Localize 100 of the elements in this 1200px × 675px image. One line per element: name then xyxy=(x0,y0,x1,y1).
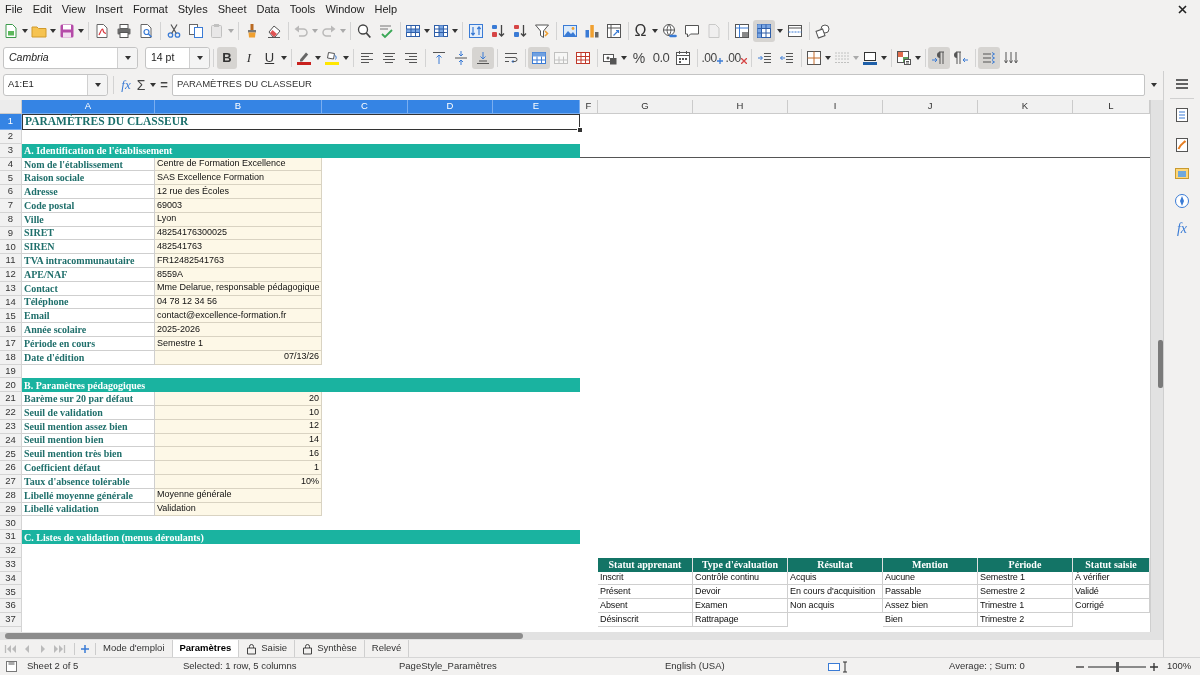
font-name-field[interactable]: Cambria xyxy=(3,46,138,69)
function-wizard-button[interactable]: fx xyxy=(118,78,134,91)
functions-button[interactable]: fx xyxy=(1176,222,1188,236)
eraser-icon[interactable] xyxy=(266,23,282,39)
caret-icon[interactable] xyxy=(651,29,658,33)
copy-icon[interactable] xyxy=(188,23,204,39)
sheet-tab[interactable]: Mode d'emploi xyxy=(96,640,173,657)
caret-icon[interactable] xyxy=(451,29,458,33)
row-header[interactable]: 15 xyxy=(0,309,22,324)
row-header[interactable]: 36 xyxy=(0,599,22,613)
percent-format-button[interactable]: % xyxy=(632,50,646,65)
column-header[interactable]: E xyxy=(493,100,580,114)
conditional-format-icon[interactable] xyxy=(895,49,912,66)
row-header[interactable]: 25 xyxy=(0,447,22,462)
caret-icon[interactable] xyxy=(824,55,831,60)
caret-icon[interactable] xyxy=(94,82,101,87)
caret-icon[interactable] xyxy=(342,55,349,60)
globe-link-icon[interactable] xyxy=(662,23,678,39)
bold-button[interactable]: B xyxy=(217,46,237,69)
caret-icon[interactable] xyxy=(776,29,783,33)
column-header[interactable]: K xyxy=(978,100,1073,114)
caret-icon[interactable] xyxy=(77,29,84,33)
menu-item[interactable]: Window xyxy=(320,0,370,18)
spellcheck-icon[interactable] xyxy=(378,23,394,39)
caret-icon[interactable] xyxy=(196,55,203,60)
caret-icon[interactable] xyxy=(423,29,430,33)
scroll-thumb[interactable] xyxy=(1158,340,1163,388)
column-header[interactable]: F xyxy=(580,100,598,114)
row-header[interactable]: 35 xyxy=(0,585,22,600)
caret-icon[interactable] xyxy=(620,55,627,60)
row-header[interactable]: 1 xyxy=(0,114,22,130)
menu-item[interactable]: Data xyxy=(251,0,285,18)
row-header[interactable]: 5 xyxy=(0,171,22,186)
unmerge-cells-icon[interactable] xyxy=(575,49,591,66)
pdf-export-icon[interactable] xyxy=(94,23,110,39)
properties-icon[interactable] xyxy=(1174,107,1190,123)
add-sheet-icon[interactable] xyxy=(80,643,90,654)
dropdown-button[interactable] xyxy=(189,47,209,68)
column-header[interactable]: I xyxy=(788,100,883,114)
sort-icon[interactable] xyxy=(468,23,484,39)
column-header[interactable]: G xyxy=(598,100,693,114)
zoom-level[interactable]: 100% xyxy=(1167,659,1192,674)
italic-button[interactable]: I xyxy=(239,46,259,69)
row-header[interactable]: 10 xyxy=(0,240,22,255)
add-decimal-button[interactable]: .00 xyxy=(701,51,723,64)
print-icon[interactable] xyxy=(116,23,132,39)
sheet-tab[interactable]: Synthèse xyxy=(295,640,365,657)
row-header[interactable]: 11 xyxy=(0,254,22,268)
sum-button[interactable]: Σ xyxy=(134,77,148,92)
caret-icon[interactable] xyxy=(1151,82,1157,87)
font-size-field[interactable]: 14 pt xyxy=(145,46,210,69)
image-icon[interactable] xyxy=(562,23,578,39)
formula-input[interactable]: PARAMÈTRES DU CLASSEUR xyxy=(172,73,1145,96)
fill-handle[interactable] xyxy=(577,127,583,133)
row-header[interactable]: 21 xyxy=(0,392,22,406)
table-columns-icon[interactable] xyxy=(432,23,449,39)
zoom-in-icon[interactable] xyxy=(1150,662,1158,671)
scissors-icon[interactable] xyxy=(166,23,182,39)
menu-item[interactable]: Insert xyxy=(90,0,128,18)
menu-item[interactable]: View xyxy=(56,0,91,18)
caret-icon[interactable] xyxy=(880,55,887,60)
bar-chart-icon[interactable] xyxy=(584,23,600,39)
caret-icon[interactable] xyxy=(314,55,321,60)
formula-button[interactable]: = xyxy=(157,78,171,91)
caret-icon[interactable] xyxy=(49,29,56,33)
merge-cells-icon[interactable] xyxy=(553,49,569,66)
border-color-icon[interactable] xyxy=(861,49,878,66)
save-icon[interactable] xyxy=(58,23,75,39)
caret-icon[interactable] xyxy=(21,29,28,33)
freeze-panes-icon[interactable] xyxy=(753,20,775,42)
right-to-left-icon[interactable] xyxy=(953,49,969,66)
align-middle-icon[interactable] xyxy=(453,49,469,66)
text-direction-icon[interactable] xyxy=(978,46,1000,69)
calendar-icon[interactable] xyxy=(675,49,691,66)
slider-thumb[interactable] xyxy=(1115,661,1119,672)
highlight-color-icon[interactable] xyxy=(323,49,340,66)
sheet-tab[interactable]: Paramètres xyxy=(172,640,240,657)
column-header[interactable]: L xyxy=(1073,100,1150,114)
column-header[interactable]: A xyxy=(22,100,155,114)
horizontal-scrollbar[interactable] xyxy=(0,632,1163,640)
name-box[interactable]: A1:E1 xyxy=(3,73,108,96)
align-top-icon[interactable] xyxy=(431,49,447,66)
sort-descending-icon[interactable] xyxy=(512,23,528,39)
selection-mode-icon[interactable] xyxy=(828,660,848,673)
row-header[interactable]: 26 xyxy=(0,461,22,475)
split-window-icon[interactable] xyxy=(787,23,803,39)
print-preview-icon[interactable] xyxy=(138,23,154,39)
left-to-right-icon[interactable] xyxy=(928,46,950,69)
merge-center-icon[interactable] xyxy=(528,46,550,69)
close-icon[interactable] xyxy=(1178,4,1187,14)
align-bottom-icon[interactable] xyxy=(472,46,494,69)
special-character-button[interactable]: Ω xyxy=(634,23,647,39)
comment-icon[interactable] xyxy=(684,23,700,39)
vertical-scrollbar[interactable] xyxy=(1150,100,1163,632)
row-header[interactable]: 6 xyxy=(0,185,22,199)
dropdown-button[interactable] xyxy=(117,47,137,68)
sheet-tab[interactable]: Relevé xyxy=(364,640,410,657)
row-header[interactable]: 31 xyxy=(0,530,22,544)
caret-icon[interactable] xyxy=(914,55,921,60)
caret-icon[interactable] xyxy=(124,55,131,60)
